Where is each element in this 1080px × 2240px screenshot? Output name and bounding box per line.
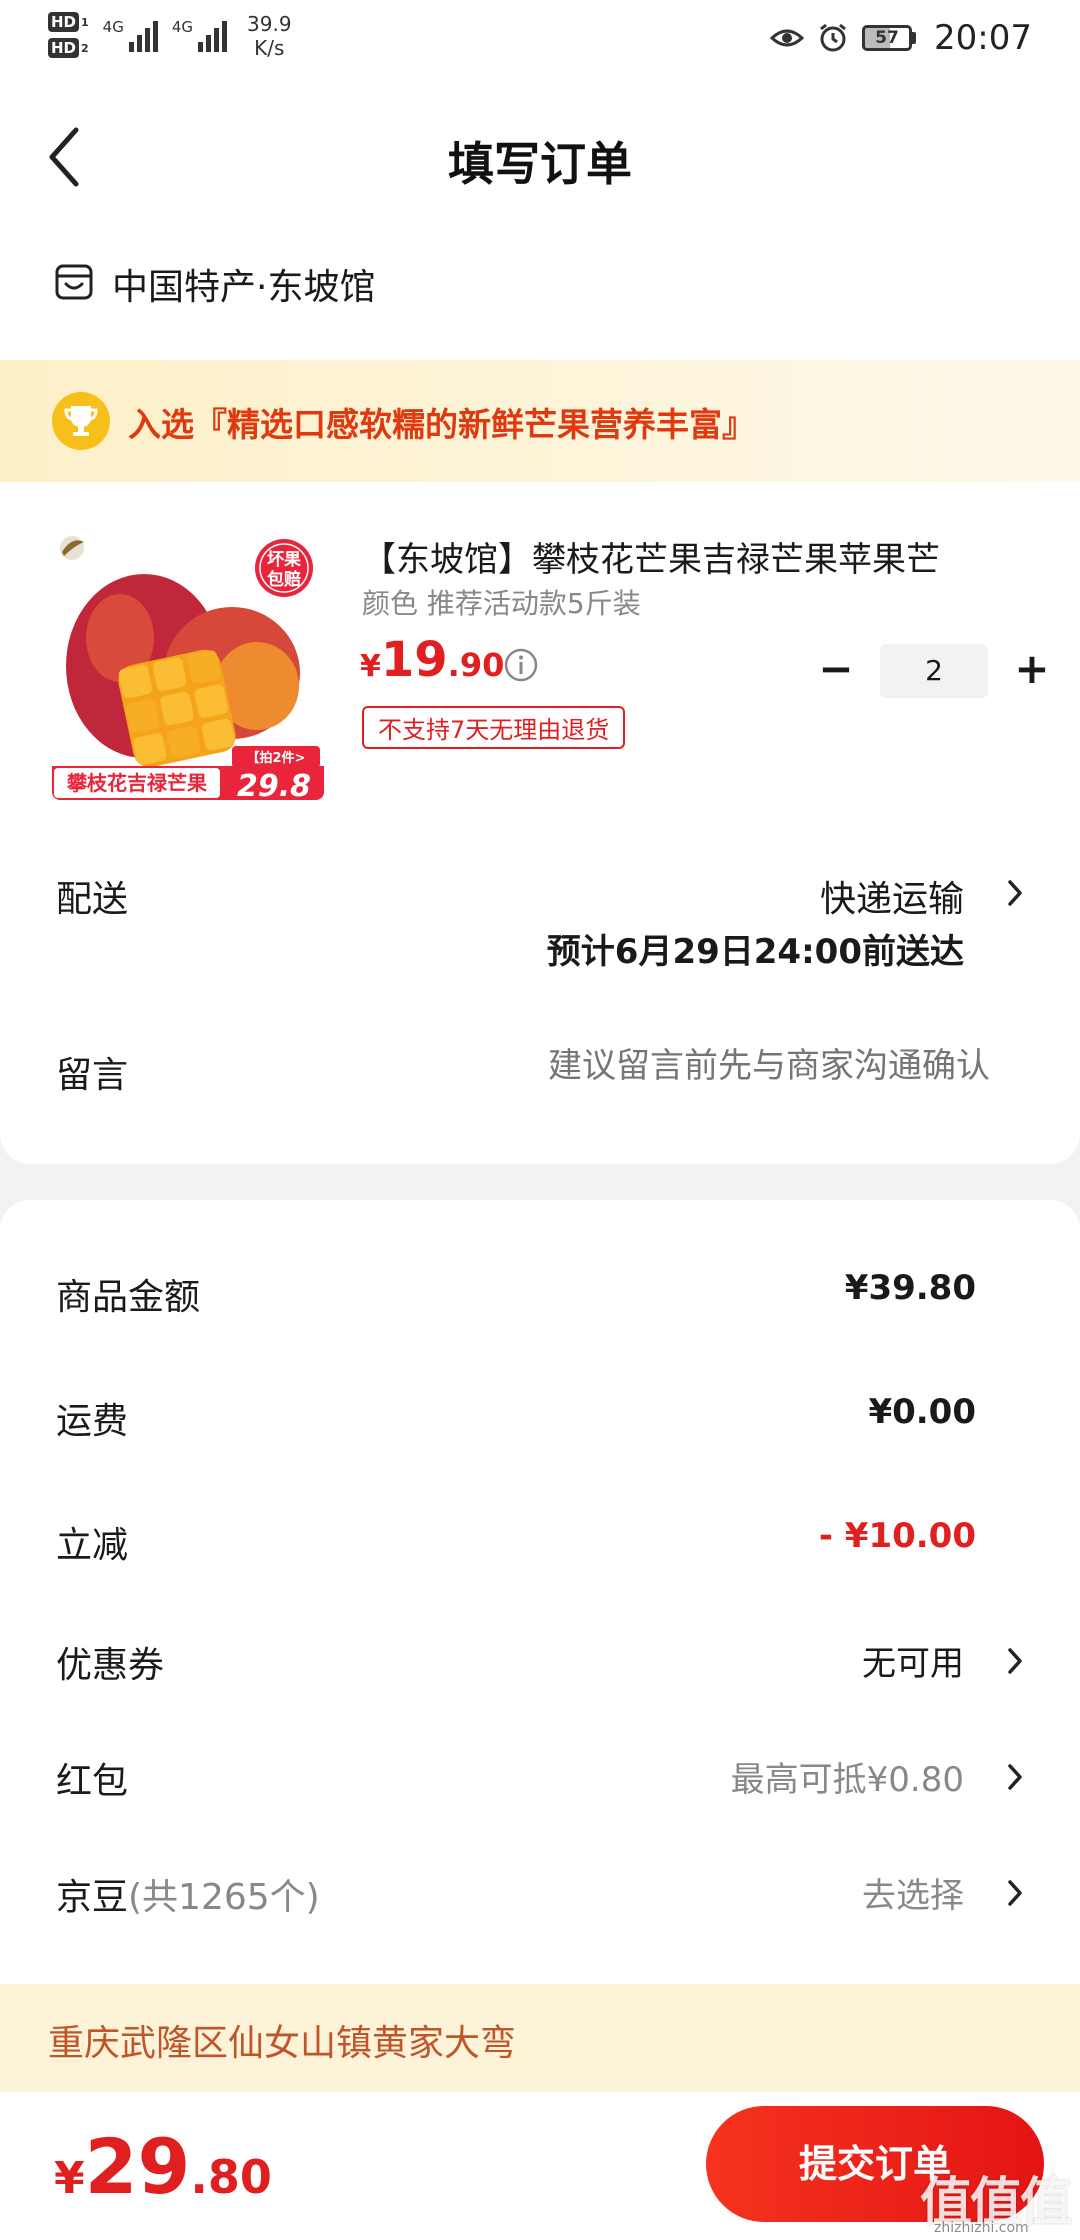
- redpacket-row[interactable]: 红包 最高可抵¥0.80: [0, 1734, 1080, 1814]
- address-text: 重庆武隆区仙女山镇黄家大弯: [48, 2023, 517, 2064]
- redpacket-label: 红包: [56, 1761, 129, 1802]
- redpacket-value: 最高可抵¥0.80: [730, 1760, 964, 1800]
- shop-row[interactable]: 中国特产·东坡馆: [0, 240, 1080, 360]
- trophy-icon: [52, 392, 110, 450]
- jd-beans-value: 去选择: [862, 1876, 964, 1916]
- sim1-indicator: HD 1: [48, 12, 89, 32]
- coupon-row[interactable]: 优惠券 无可用: [0, 1618, 1080, 1698]
- network-type-2: 4G: [171, 18, 194, 36]
- price-decimal: .90: [447, 646, 505, 684]
- sim2-label: HD: [48, 38, 80, 58]
- delivery-label: 配送: [56, 879, 129, 920]
- image-caption: 攀枝花吉禄芒果: [66, 771, 207, 795]
- watermark-url: zhizhizhi.com: [934, 2220, 1029, 2236]
- shop-icon: [55, 264, 93, 300]
- decrease-button[interactable]: −: [810, 644, 862, 698]
- total-currency: ¥: [54, 2153, 85, 2204]
- goods-amount-label: 商品金额: [56, 1277, 201, 1318]
- goods-amount-value: ¥39.80: [844, 1268, 976, 1308]
- product-price: ¥19.90: [360, 632, 504, 688]
- shop-name[interactable]: 中国特产·东坡馆: [112, 258, 375, 310]
- total-price: ¥29.80: [54, 2122, 272, 2211]
- eye-comfort-icon: [770, 29, 805, 47]
- delivery-eta: 预计6月29日24:00前送达: [546, 932, 964, 972]
- chevron-right-icon: [1008, 1764, 1022, 1790]
- coupon-value: 无可用: [862, 1644, 964, 1684]
- product-title[interactable]: 【东坡馆】攀枝花芒果吉禄芒果苹果芒: [362, 532, 1022, 581]
- chevron-right-icon: [1008, 1880, 1022, 1906]
- discount-row: 立减 - ¥10.00: [0, 1498, 1080, 1578]
- sim1-number: 1: [81, 15, 89, 29]
- nav-header: 填写订单: [0, 80, 1080, 240]
- network-speed-unit: K/s: [254, 36, 285, 60]
- battery-icon: 57: [862, 25, 917, 51]
- return-policy-badge: 不支持7天无理由退货: [362, 706, 626, 749]
- message-input[interactable]: [390, 1046, 990, 1086]
- checkout-bar: ¥29.80 提交订单 值值值 zhizhizhi.com: [0, 2092, 1080, 2240]
- quantity-stepper: − 2 +: [810, 644, 1058, 698]
- shipping-row: 运费 ¥0.00: [0, 1374, 1080, 1454]
- jd-beans-row[interactable]: 京豆(共1265个) 去选择: [0, 1850, 1080, 1930]
- delivery-method[interactable]: 快递运输: [820, 870, 964, 922]
- total-integer: 29: [84, 2122, 191, 2211]
- clock: 20:07: [934, 18, 1032, 58]
- promo-banner: 入选『精选口感软糯的新鲜芒果营养丰富』: [0, 360, 1080, 482]
- alarm-icon: [820, 23, 846, 52]
- price-integer: 19: [380, 632, 448, 688]
- message-label: 留言: [56, 1055, 129, 1096]
- price-summary-card: 商品金额 ¥39.80 运费 ¥0.00 立减 - ¥10.00 优惠券 无可用…: [0, 1200, 1080, 1986]
- price-currency: ¥: [360, 649, 381, 684]
- coupon-label: 优惠券: [56, 1645, 165, 1686]
- jd-beans-label: 京豆(共1265个): [56, 1868, 320, 1920]
- increase-button[interactable]: +: [1006, 644, 1058, 698]
- stamp-text-1: 坏果: [267, 550, 301, 570]
- sim2-number: 2: [81, 41, 89, 55]
- sim2-indicator: HD 2: [48, 38, 89, 58]
- battery-level: 57: [862, 25, 913, 51]
- signal-icon: 4G: [103, 12, 158, 52]
- page-title: 填写订单: [448, 137, 632, 191]
- banner-text: 入选『精选口感软糯的新鲜芒果营养丰富』: [128, 405, 755, 444]
- sim1-label: HD: [48, 12, 80, 32]
- shipping-value: ¥0.00: [868, 1392, 976, 1432]
- image-promo-price: 29.8: [237, 769, 311, 800]
- network-type-1: 4G: [102, 18, 124, 36]
- product-image[interactable]: 坏果 包赔 攀枝花吉禄芒果 【拍2件> 29.8: [52, 528, 324, 800]
- signal-icon-2: 4G: [171, 12, 228, 52]
- total-decimal: .80: [190, 2150, 272, 2204]
- chevron-right-icon: [1008, 1648, 1022, 1674]
- info-icon[interactable]: [503, 647, 539, 683]
- discount-value: - ¥10.00: [818, 1516, 976, 1556]
- discount-label: 立减: [56, 1525, 129, 1566]
- jd-beans-title: 京豆: [56, 1877, 129, 1918]
- brand-logo-icon: [60, 536, 84, 560]
- chevron-right-icon[interactable]: [1006, 878, 1024, 908]
- network-speed: 39.9 K/s: [247, 12, 292, 60]
- product-card: 坏果 包赔 攀枝花吉禄芒果 【拍2件> 29.8 【东坡馆】攀枝花芒果吉禄芒果苹…: [0, 482, 1080, 1164]
- image-promo-tag: 【拍2件>: [247, 750, 306, 766]
- goods-amount-row: 商品金额 ¥39.80: [0, 1250, 1080, 1330]
- network-speed-value: 39.9: [247, 12, 292, 36]
- shipping-label: 运费: [56, 1401, 129, 1442]
- address-bar[interactable]: 重庆武隆区仙女山镇黄家大弯: [0, 1984, 1080, 2092]
- quantity-input[interactable]: 2: [880, 644, 988, 698]
- stamp-text-2: 包赔: [267, 569, 301, 590]
- jd-beans-count: (共1265个): [128, 1877, 320, 1918]
- order-page: HD 1 HD 2 4G 4G 39.9 K/s 57 20:07 填写订单 中…: [0, 0, 1080, 2240]
- product-spec: 颜色 推荐活动款5斤装: [362, 587, 641, 620]
- status-bar: HD 1 HD 2 4G 4G 39.9 K/s 57 20:07: [0, 0, 1080, 80]
